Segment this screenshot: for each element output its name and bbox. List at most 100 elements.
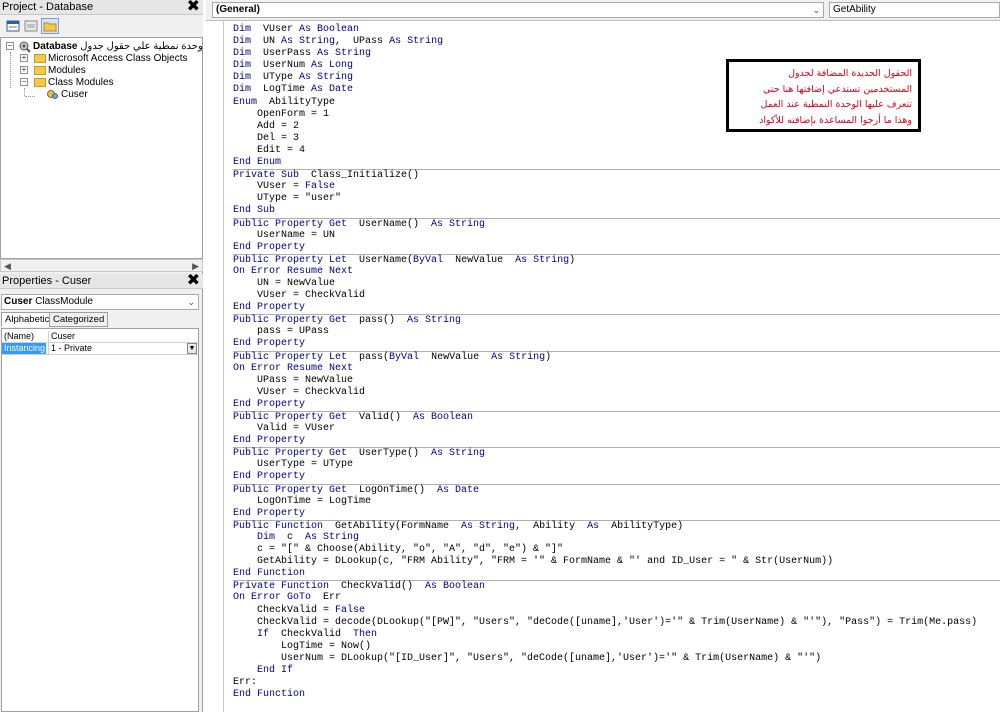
code-line[interactable]: End If xyxy=(233,665,1000,677)
code-line[interactable]: End Property xyxy=(233,338,1000,350)
code-keyword: As String xyxy=(317,48,372,60)
property-row[interactable]: (Name) Cuser xyxy=(2,331,198,343)
object-combo[interactable]: (General) ⌄ xyxy=(212,2,824,18)
expander-icon[interactable]: + xyxy=(20,54,28,62)
code-line[interactable]: End Property xyxy=(233,399,1000,411)
tab-categorized[interactable]: Categorized xyxy=(49,312,109,327)
code-line[interactable]: c = "[" & Choose(Ability, "o", "A", "d",… xyxy=(233,544,1000,556)
expander-icon[interactable]: − xyxy=(20,78,28,86)
code-line[interactable]: Private Sub Class_Initialize() xyxy=(233,169,1000,181)
project-close-icon[interactable]: ✖ xyxy=(187,0,200,14)
code-line[interactable]: LogTime = Now() xyxy=(233,641,1000,653)
code-line[interactable]: Err: xyxy=(233,677,1000,689)
root-expander-icon[interactable]: − xyxy=(6,42,14,50)
tree-node-modules[interactable]: Modules xyxy=(48,65,86,77)
view-object-icon[interactable] xyxy=(22,18,40,34)
view-code-icon[interactable] xyxy=(4,18,22,34)
code-keyword: False xyxy=(335,604,366,616)
object-select[interactable]: Cuser ClassModule ⌄ xyxy=(1,294,199,310)
code-line[interactable]: Del = 3 xyxy=(233,133,1000,145)
code-line[interactable]: End Function xyxy=(233,568,1000,580)
code-keyword: As String xyxy=(299,72,354,84)
code-keyword: Dim xyxy=(233,36,252,48)
left-pane: Project - Database ✖ − Database (وحدة نم… xyxy=(0,0,203,712)
code-keyword: As Long xyxy=(311,60,354,72)
code-line[interactable]: End Function xyxy=(233,689,1000,701)
chevron-down-icon[interactable]: ⌄ xyxy=(812,3,820,17)
code-keyword: End Property xyxy=(233,241,306,253)
code-keyword: ByVal xyxy=(413,254,444,266)
code-token: UType xyxy=(251,72,300,84)
code-line[interactable]: Public Property Get UserType() As String xyxy=(233,447,1000,459)
code-line[interactable]: End Property xyxy=(233,471,1000,483)
code-line[interactable]: End Sub xyxy=(233,205,1000,217)
properties-close-icon[interactable]: ✖ xyxy=(187,272,200,288)
code-line[interactable]: VUser = CheckValid xyxy=(233,387,1000,399)
code-line[interactable]: GetAbility = DLookup(c, "FRM Ability", "… xyxy=(233,556,1000,568)
code-line[interactable]: Public Property Let pass(ByVal NewValue … xyxy=(233,350,1000,363)
code-line[interactable]: CheckValid = False xyxy=(233,605,1000,617)
code-line[interactable]: End Property xyxy=(233,508,1000,520)
code-line[interactable]: UserType = UType xyxy=(233,459,1000,471)
code-line[interactable]: Public Property Let UserName(ByVal NewVa… xyxy=(233,253,1000,266)
annotation-note: الحقول الجديدة المضافة لجدول المستخدمين … xyxy=(726,59,921,132)
code-token: Del = 3 xyxy=(257,132,300,144)
code-line[interactable]: On Error GoTo Err xyxy=(233,592,1000,604)
properties-tabs: Alphabetic Categorized xyxy=(0,312,203,328)
code-line[interactable]: UType = "user" xyxy=(233,193,1000,205)
code-token: UN xyxy=(251,36,282,48)
tree-node-access-objects[interactable]: Microsoft Access Class Objects xyxy=(48,53,187,65)
code-line[interactable]: Dim VUser As Boolean xyxy=(233,24,1000,36)
code-line[interactable]: LogOnTime = LogTime xyxy=(233,496,1000,508)
code-line[interactable]: Public Property Get Valid() As Boolean xyxy=(233,411,1000,423)
expander-icon[interactable]: + xyxy=(20,66,28,74)
code-line[interactable]: CheckValid = decode(DLookup("[PW]", "Use… xyxy=(233,617,1000,629)
tree-leaf-cuser[interactable]: Cuser xyxy=(61,89,88,101)
procedure-combo[interactable]: GetAbility xyxy=(829,2,1000,18)
code-line[interactable]: Public Property Get pass() As String xyxy=(233,314,1000,326)
code-token: , Ability xyxy=(515,520,588,532)
code-line[interactable]: UPass = NewValue xyxy=(233,375,1000,387)
code-token: VUser xyxy=(251,24,300,35)
code-line[interactable]: UN = NewValue xyxy=(233,278,1000,290)
tree-root[interactable]: Database (وحدة نمطية علي حقول جدول xyxy=(33,41,202,53)
code-keyword: As Boolean xyxy=(425,581,486,593)
code-line[interactable]: Public Function GetAbility(FormName As S… xyxy=(233,519,1000,532)
code-token: CheckValid = xyxy=(257,604,336,616)
code-token: ) xyxy=(545,351,552,363)
code-line[interactable]: Public Property Get UserName() As String xyxy=(233,217,1000,230)
property-value[interactable]: 1 - Private xyxy=(48,343,196,354)
code-line[interactable]: End Property xyxy=(233,242,1000,254)
code-line[interactable]: Dim UN As String, UPass As String xyxy=(233,36,1000,48)
code-line[interactable]: On Error Resume Next xyxy=(233,266,1000,278)
code-line[interactable]: VUser = False xyxy=(233,181,1000,193)
code-line[interactable]: On Error Resume Next xyxy=(233,363,1000,375)
code-line[interactable]: End Enum xyxy=(233,157,1000,169)
code-line[interactable]: Edit = 4 xyxy=(233,145,1000,157)
margin-indicator-bar[interactable] xyxy=(206,21,224,712)
code-line[interactable]: End Property xyxy=(233,435,1000,447)
code-line[interactable]: pass = UPass xyxy=(233,326,1000,338)
code-keyword: Dim xyxy=(233,24,252,35)
dropdown-arrow-icon[interactable]: ▼ xyxy=(187,343,197,354)
code-token: c = "[" & Choose(Ability, "o", "A", "d",… xyxy=(257,544,564,556)
property-value[interactable]: Cuser xyxy=(48,331,196,342)
code-line[interactable]: UserName = UN xyxy=(233,230,1000,242)
toggle-folders-icon[interactable] xyxy=(41,18,59,34)
scroll-left-icon[interactable]: ◀ xyxy=(4,261,11,272)
chevron-down-icon[interactable]: ⌄ xyxy=(187,295,195,309)
code-keyword: Dim xyxy=(233,60,252,72)
code-line[interactable]: Dim c As String xyxy=(233,532,1000,544)
code-line[interactable]: UserNum = DLookup("[ID_User]", "Users", … xyxy=(233,653,1000,665)
code-keyword: End Property xyxy=(233,471,306,483)
code-line[interactable]: End Property xyxy=(233,302,1000,314)
tree-horizontal-scrollbar[interactable]: ◀ ▶ xyxy=(0,259,203,272)
code-line[interactable]: Private Function CheckValid() As Boolean xyxy=(233,580,1000,592)
code-line[interactable]: VUser = CheckValid xyxy=(233,290,1000,302)
tab-alphabetic[interactable]: Alphabetic xyxy=(1,312,54,327)
code-line[interactable]: If CheckValid Then xyxy=(233,629,1000,641)
code-line[interactable]: Valid = VUser xyxy=(233,423,1000,435)
property-row[interactable]: Instancing 1 - Private ▼ xyxy=(2,343,198,355)
code-line[interactable]: Public Property Get LogOnTime() As Date xyxy=(233,483,1000,496)
code-keyword: Public Property Let xyxy=(233,254,348,266)
